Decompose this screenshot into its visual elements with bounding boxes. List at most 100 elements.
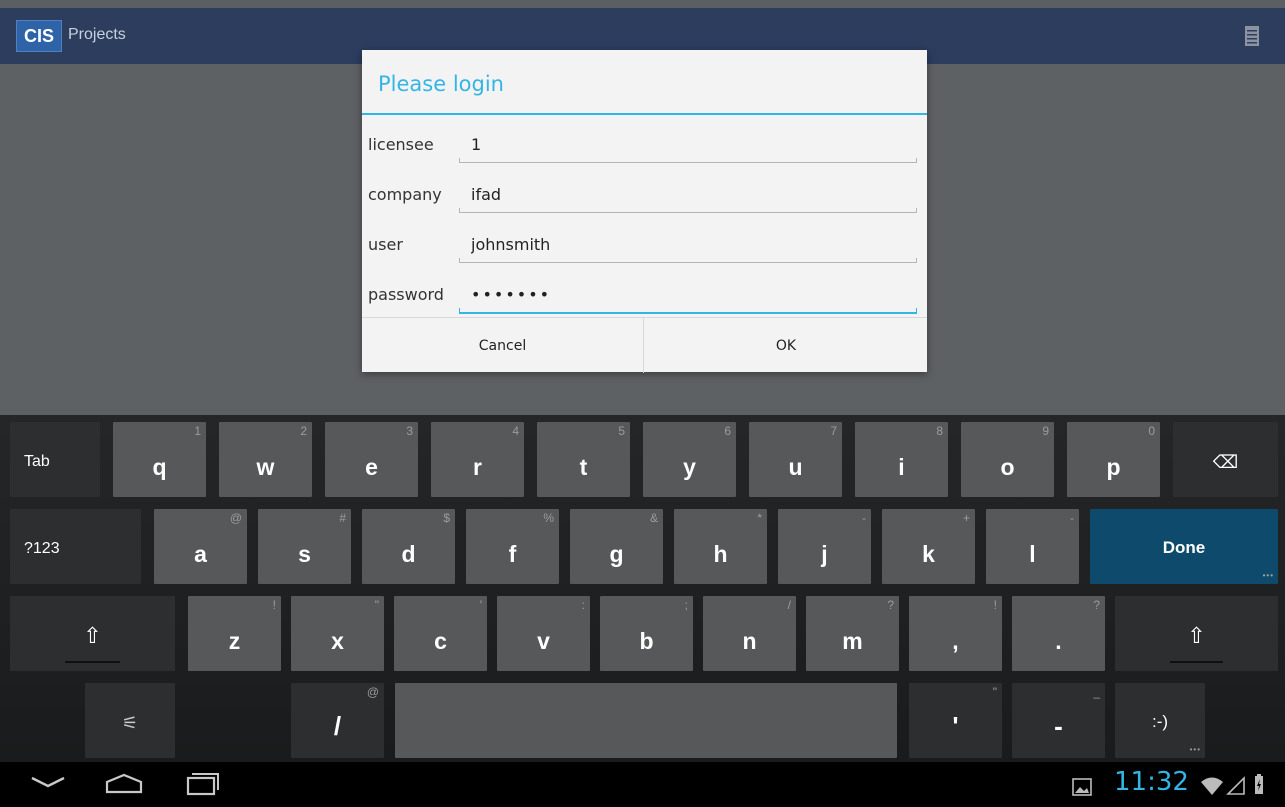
key-label: x	[331, 628, 344, 654]
key-b[interactable]: ; b	[600, 596, 693, 671]
key-p[interactable]: 0p	[1067, 422, 1160, 497]
password-label: password	[368, 285, 444, 304]
key-hint: !	[272, 598, 276, 612]
key-hint: :	[581, 598, 585, 612]
hide-keyboard-icon[interactable]	[30, 776, 66, 790]
key-hint: 2	[300, 424, 307, 438]
app-title: Projects	[68, 26, 126, 43]
key-hint: @	[366, 685, 379, 699]
soft-keyboard: Tab 1q 2w 3e 4r 5t 6y 7u 8i 9o 0p ⌫ ?123…	[0, 415, 1285, 762]
key-slash[interactable]: @ /	[291, 683, 384, 758]
key-period[interactable]: ?.	[1012, 596, 1105, 671]
key-k[interactable]: + k	[882, 509, 975, 584]
key-e[interactable]: 3e	[325, 422, 418, 497]
key-g[interactable]: & g	[570, 509, 663, 584]
key-hint: 8	[936, 424, 943, 438]
key-label: w	[256, 454, 275, 480]
key-hint: 1	[194, 424, 201, 438]
key-n[interactable]: / n	[703, 596, 796, 671]
backspace-icon: ⌫	[1212, 452, 1239, 472]
key-r[interactable]: 4r	[431, 422, 524, 497]
key-label: t	[579, 454, 588, 480]
key-v[interactable]: :v	[497, 596, 590, 671]
user-field[interactable]	[459, 226, 917, 262]
screenshot-notification-icon[interactable]	[1072, 778, 1092, 796]
symbols-key-label: ?123	[24, 540, 60, 557]
licensee-underline	[459, 158, 917, 163]
key-x[interactable]: " x	[291, 596, 384, 671]
key-label: d	[401, 541, 416, 567]
key-t[interactable]: 5t	[537, 422, 630, 497]
password-underline	[459, 308, 917, 314]
key-label: z	[228, 628, 241, 654]
key-z[interactable]: ! z	[188, 596, 281, 671]
key-y[interactable]: 6y	[643, 422, 736, 497]
key-hint: !	[993, 598, 997, 612]
key-label: s	[298, 541, 311, 567]
key-hint: /	[787, 598, 791, 612]
user-row: user	[362, 218, 927, 268]
tab-key[interactable]: Tab	[10, 422, 100, 497]
key-hint: ?	[1093, 598, 1100, 612]
key-q[interactable]: 1q	[113, 422, 206, 497]
dialog-button-bar: Cancel OK	[362, 317, 927, 373]
key-hint: 3	[406, 424, 413, 438]
password-field[interactable]	[459, 276, 917, 312]
key-i[interactable]: 8i	[855, 422, 948, 497]
key-label: v	[537, 628, 550, 654]
backspace-key[interactable]: ⌫	[1173, 422, 1278, 497]
company-field[interactable]	[459, 176, 917, 212]
key-label: a	[194, 541, 207, 567]
key-f[interactable]: % f	[466, 509, 559, 584]
key-comma[interactable]: !,	[909, 596, 1002, 671]
user-underline	[459, 258, 917, 263]
key-j[interactable]: -j	[778, 509, 871, 584]
licensee-field[interactable]	[459, 126, 917, 162]
key-hint: '	[479, 598, 482, 612]
key-c[interactable]: ' c	[394, 596, 487, 671]
key-hint: 7	[830, 424, 837, 438]
key-label: -	[1054, 711, 1063, 741]
ok-button[interactable]: OK	[645, 318, 927, 373]
key-label: y	[683, 454, 696, 480]
done-key[interactable]: Done •••	[1090, 509, 1278, 584]
symbols-key[interactable]: ?123	[10, 509, 141, 584]
key-o[interactable]: 9o	[961, 422, 1054, 497]
company-underline	[459, 208, 917, 213]
settings-key[interactable]: ⚟	[85, 683, 175, 758]
shift-indicator	[65, 661, 120, 663]
key-hint: 6	[724, 424, 731, 438]
shift-left-key[interactable]: ⇧	[10, 596, 175, 671]
key-h[interactable]: * h	[674, 509, 767, 584]
key-u[interactable]: 7u	[749, 422, 842, 497]
licensee-label: licensee	[368, 135, 434, 154]
app-logo[interactable]: CIS	[16, 20, 62, 52]
key-hint: 5	[618, 424, 625, 438]
key-s[interactable]: # s	[258, 509, 351, 584]
password-row: password	[362, 268, 927, 318]
space-key[interactable]	[395, 683, 897, 758]
key-w[interactable]: 2w	[219, 422, 312, 497]
key-hint: &	[649, 511, 658, 525]
clock[interactable]: 11:32	[1114, 767, 1189, 797]
key-l[interactable]: -l	[986, 509, 1079, 584]
key-hyphen[interactable]: _ -	[1012, 683, 1105, 758]
shift-right-key[interactable]: ⇧	[1115, 596, 1278, 671]
key-label: h	[713, 541, 728, 567]
recent-apps-icon[interactable]	[186, 772, 220, 796]
key-label: l	[1029, 541, 1036, 567]
key-a[interactable]: @ a	[154, 509, 247, 584]
key-apostrophe[interactable]: " '	[909, 683, 1002, 758]
cancel-button[interactable]: Cancel	[362, 318, 644, 373]
smiley-key[interactable]: :-) •••	[1115, 683, 1205, 758]
key-m[interactable]: ? m	[806, 596, 899, 671]
key-hint: -	[862, 511, 866, 525]
key-label: e	[365, 454, 378, 480]
shift-indicator	[1170, 661, 1223, 663]
key-label: p	[1106, 454, 1121, 480]
home-icon[interactable]	[104, 772, 144, 794]
key-d[interactable]: $ d	[362, 509, 455, 584]
overflow-menu-icon[interactable]	[1245, 26, 1259, 46]
key-hint: #	[339, 511, 346, 525]
key-hint: 9	[1042, 424, 1049, 438]
